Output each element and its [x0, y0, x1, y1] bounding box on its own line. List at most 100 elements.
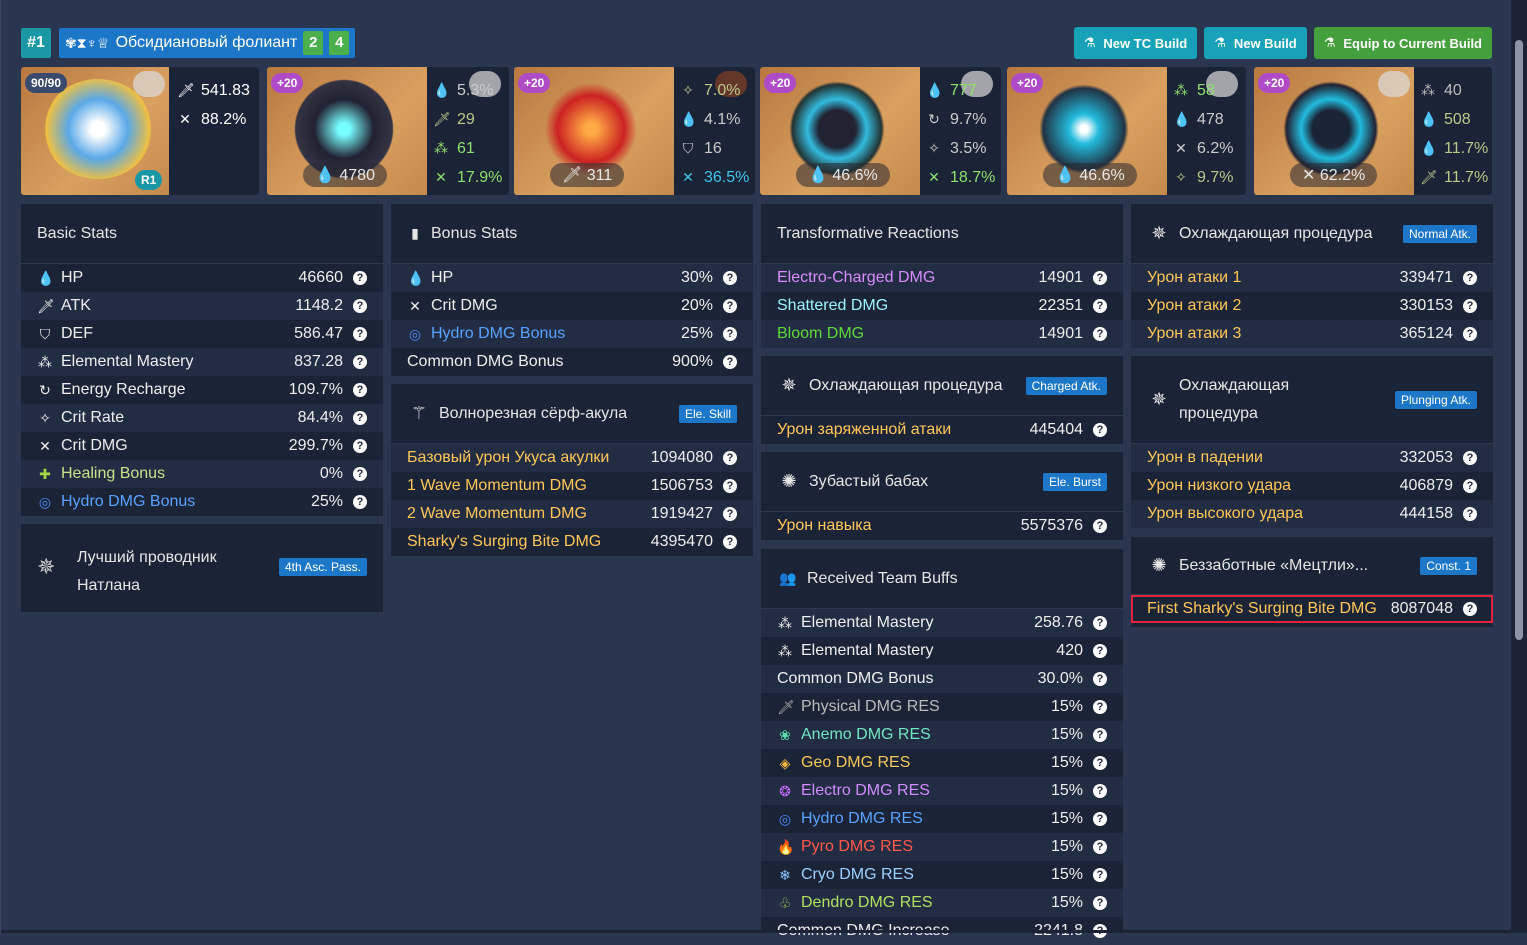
geo-icon: ◈	[779, 754, 791, 771]
help-icon[interactable]: ?	[1093, 700, 1107, 714]
set-badge[interactable]: ✾⧗♆♕ Обсидиановый фолиант 2 4	[59, 28, 356, 58]
help-icon[interactable]: ?	[723, 507, 737, 521]
help-icon[interactable]: ?	[1093, 271, 1107, 285]
help-icon[interactable]: ?	[1093, 299, 1107, 313]
electro-icon: ❂	[779, 782, 791, 799]
help-icon[interactable]: ?	[1093, 616, 1107, 630]
help-icon[interactable]: ?	[1463, 451, 1477, 465]
help-icon[interactable]: ?	[353, 327, 367, 341]
help-icon[interactable]: ?	[1463, 602, 1477, 616]
help-icon[interactable]: ?	[1463, 507, 1477, 521]
def-icon: ⛉	[682, 140, 694, 156]
help-icon[interactable]: ?	[353, 299, 367, 313]
equip-build-button[interactable]: ⚗ Equip to Current Build	[1313, 27, 1492, 59]
constellation-icon: ✺	[1151, 555, 1167, 575]
help-icon[interactable]: ?	[1093, 519, 1107, 533]
buff-row: 🗡 Physical DMG RES 15%?	[761, 693, 1123, 721]
crit-rate-icon: ✧	[1175, 169, 1187, 185]
atk-icon: 🗡	[1420, 169, 1438, 185]
artifact-card-sands[interactable]: +20 💧 46.6% 💧 777 ↻ 9.7% ✧ 3.5% ✕ 18.7%	[760, 67, 1001, 195]
help-icon[interactable]: ?	[353, 383, 367, 397]
def-icon: ⛉	[39, 325, 51, 342]
artifact-card-goblet[interactable]: +20 💧 46.6% ⁂ 58 💧 478 ✕ 6.2% ✧ 9.7%	[1007, 67, 1246, 195]
help-icon[interactable]: ?	[723, 355, 737, 369]
main-stat: 💧 4780	[303, 163, 387, 187]
scrollbar[interactable]	[1511, 0, 1527, 933]
help-icon[interactable]: ?	[353, 495, 367, 509]
help-icon[interactable]: ?	[1093, 868, 1107, 882]
help-icon[interactable]: ?	[1463, 299, 1477, 313]
help-icon[interactable]: ?	[353, 355, 367, 369]
help-icon[interactable]: ?	[353, 411, 367, 425]
help-icon[interactable]: ?	[723, 451, 737, 465]
help-icon[interactable]: ?	[723, 271, 737, 285]
hp-icon: 💧	[680, 111, 698, 127]
crit-dmg-icon: ✕	[682, 169, 694, 185]
help-icon[interactable]: ?	[353, 439, 367, 453]
hp-icon: 💧	[433, 82, 451, 98]
damage-row: Урон высокого удара 444158?	[1131, 500, 1493, 528]
help-icon[interactable]: ?	[353, 271, 367, 285]
main-stat: ✕ 62.2%	[1290, 163, 1378, 187]
help-icon[interactable]: ?	[1093, 840, 1107, 854]
crit-dmg-icon: ✕	[39, 437, 51, 454]
atk-icon: 🗡	[433, 111, 451, 127]
help-icon[interactable]: ?	[1093, 423, 1107, 437]
help-icon[interactable]: ?	[1093, 644, 1107, 658]
artifact-card-plume[interactable]: +20 🗡 311 ✧ 7.0% 💧 4.1% ⛉ 16 ✕ 36.5%	[514, 67, 755, 195]
help-icon[interactable]: ?	[1093, 812, 1107, 826]
stat-row: 💧 HP 46660?	[21, 264, 383, 292]
panel-header: ✵ Охлаждающая процедура Normal Atk.	[1131, 204, 1493, 264]
substats: ⁂ 40 💧 508 💧 11.7% 🗡 11.7%	[1420, 76, 1488, 192]
stat-list: 💧 HP 46660? 🗡 ATK 1148.2? ⛉ DEF 586.47? ⁂ Eleme…	[21, 264, 383, 516]
owner-avatar	[1378, 71, 1410, 97]
flask-icon: ⚗	[1214, 35, 1226, 50]
help-icon[interactable]: ?	[1093, 756, 1107, 770]
main-stat: 🗡 311	[550, 163, 625, 187]
level-badge: 90/90	[25, 73, 68, 93]
passive-title: Лучший проводник Натлана	[77, 549, 217, 594]
help-icon[interactable]: ?	[1463, 327, 1477, 341]
help-icon[interactable]: ?	[1093, 728, 1107, 742]
artifact-card-flower[interactable]: +20 💧 4780 💧 5.3% 🗡 29 ⁂ 61 ✕ 17.9%	[267, 67, 509, 195]
buff-row: Common DMG Bonus 30.0%?	[761, 665, 1123, 693]
help-icon[interactable]: ?	[353, 467, 367, 481]
substats: 💧 777 ↻ 9.7% ✧ 3.5% ✕ 18.7%	[926, 76, 995, 192]
burst-panel: ✺ Зубастый бабах Ele. Burst Урон навыка 557…	[761, 452, 1123, 540]
level-badge: +20	[764, 73, 797, 93]
app-frame: #1 ✾⧗♆♕ Обсидиановый фолиант 2 4 ⚗ New TC…	[0, 0, 1527, 939]
new-build-button[interactable]: ⚗ New Build	[1204, 27, 1307, 59]
flask-icon: ⚗	[1083, 35, 1096, 50]
bar-chart-icon: ▮	[411, 225, 419, 241]
help-icon[interactable]: ?	[1093, 327, 1107, 341]
help-icon[interactable]: ?	[1463, 479, 1477, 493]
help-icon[interactable]: ?	[723, 299, 737, 313]
stat-row: ✧ Crit Rate 84.4%?	[21, 404, 383, 432]
damage-row: Урон навыка 5575376?	[761, 512, 1123, 540]
help-icon[interactable]: ?	[1093, 896, 1107, 910]
help-icon[interactable]: ?	[1463, 271, 1477, 285]
stat-row: ✚ Healing Bonus 0%?	[21, 460, 383, 488]
stat-row: ◎ Hydro DMG Bonus 25%?	[21, 488, 383, 516]
action-buttons: ⚗ New TC Build ⚗ New Build ⚗ Equip to Curre…	[1073, 27, 1492, 59]
help-icon[interactable]: ?	[723, 535, 737, 549]
help-icon[interactable]: ?	[723, 479, 737, 493]
hp-icon: 💧	[1420, 140, 1438, 156]
dendro-icon: ♧	[778, 894, 792, 911]
scrollbar-thumb[interactable]	[1515, 40, 1523, 640]
damage-row-selected[interactable]: First Sharky's Surging Bite DMG 8087048?	[1131, 595, 1493, 623]
burst-tag: Ele. Burst	[1042, 472, 1107, 491]
help-icon[interactable]: ?	[1093, 784, 1107, 798]
crit-dmg-icon: ✕	[179, 111, 191, 127]
panel-header: ✵ Охлаждающая процедура Plunging Atk.	[1131, 356, 1493, 444]
em-icon: ⁂	[434, 140, 448, 156]
pyro-icon: 🔥	[777, 838, 795, 855]
new-tc-build-button[interactable]: ⚗ New TC Build	[1073, 27, 1198, 59]
panel-title: Transformative Reactions	[761, 204, 1123, 264]
help-icon[interactable]: ?	[1093, 672, 1107, 686]
help-icon[interactable]: ?	[723, 327, 737, 341]
artifact-card-circlet[interactable]: +20 ✕ 62.2% ⁂ 40 💧 508 💧 11.7% 🗡 11.7%	[1254, 67, 1492, 195]
hydro-icon: ◎	[408, 325, 422, 342]
plunging-attack-panel: ✵ Охлаждающая процедура Plunging Atk. Урон …	[1131, 356, 1493, 528]
weapon-card[interactable]: 90/90 R1 🗡 541.83 ✕ 88.2%	[21, 67, 259, 195]
